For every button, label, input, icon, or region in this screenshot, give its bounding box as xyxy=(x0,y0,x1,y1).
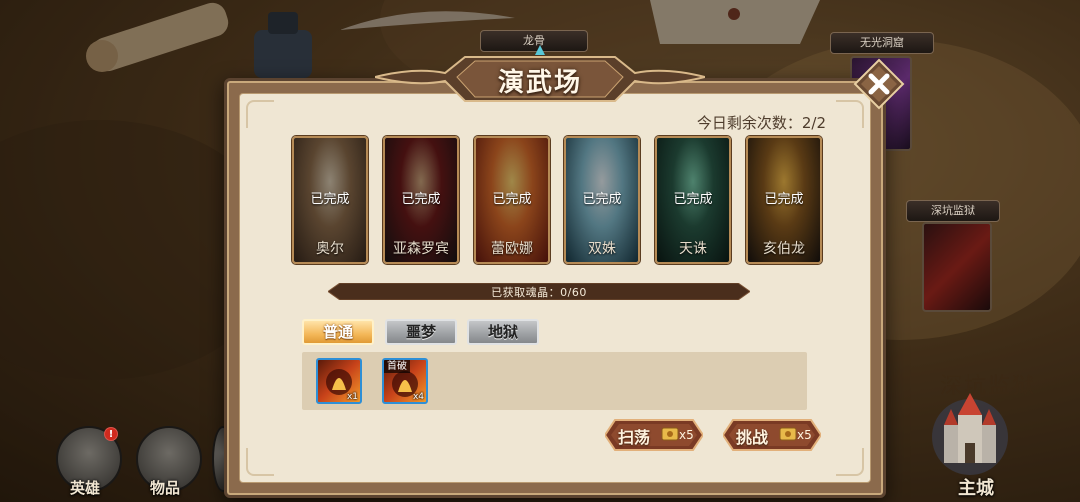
challenge-button[interactable]: 挑战 x5 xyxy=(721,418,823,452)
corner-ornament xyxy=(246,448,274,476)
hero-status: 已完成 xyxy=(401,192,441,207)
hero-status: 已完成 xyxy=(310,192,350,207)
dialog-title: 演武场 xyxy=(497,68,582,98)
sweep-label: 扫荡 xyxy=(618,428,651,447)
hero-status: 已完成 xyxy=(492,192,532,207)
hero-card[interactable]: 已完成 亥伯龙 xyxy=(746,136,822,264)
first-clear-tag: 首破 xyxy=(384,360,410,373)
sweep-button[interactable]: 扫荡 x5 xyxy=(603,418,705,452)
remaining-attempts: 今日剩余次数：2/2 xyxy=(696,114,826,132)
hero-status: 已完成 xyxy=(673,192,713,207)
challenge-label: 挑战 xyxy=(736,428,769,447)
tab-normal[interactable]: 普通 xyxy=(302,319,374,345)
tab-hell[interactable]: 地狱 xyxy=(467,319,539,345)
corner-ornament xyxy=(836,448,864,476)
sweep-count: x5 xyxy=(679,428,694,442)
hero-card[interactable]: 已完成 亚森罗宾 xyxy=(383,136,459,264)
hero-name: 天诛 xyxy=(679,241,707,257)
reward-quantity: x4 xyxy=(412,392,424,402)
hero-name: 亥伯龙 xyxy=(763,241,805,257)
soul-crystal-label: 已获取魂晶：0/60 xyxy=(491,286,587,299)
hero-name: 奥尔 xyxy=(316,241,344,257)
ticket-icon xyxy=(779,427,797,441)
hero-name: 蕾欧娜 xyxy=(491,241,533,257)
reward-quantity: x1 xyxy=(346,392,358,402)
ticket-icon xyxy=(661,427,679,441)
hero-nav-label: 英雄 xyxy=(70,479,101,497)
hero-name: 亚森罗宾 xyxy=(393,241,449,257)
challenge-count: x5 xyxy=(797,428,812,442)
castle-icon[interactable] xyxy=(930,385,1010,480)
corner-ornament xyxy=(246,100,274,128)
soul-crystal-progress: 已获取魂晶：0/60 xyxy=(327,282,751,301)
dungeon-icon[interactable] xyxy=(922,222,992,312)
map-location-tag[interactable]: 无光洞窟 xyxy=(830,32,934,54)
home-nav-label: 主城 xyxy=(958,478,994,499)
hero-name: 双姝 xyxy=(588,241,616,257)
close-icon[interactable] xyxy=(853,58,905,110)
map-location-tag[interactable]: 深坑监狱 xyxy=(906,200,1000,222)
tab-nightmare[interactable]: 噩梦 xyxy=(385,319,457,345)
hero-card[interactable]: 已完成 天诛 xyxy=(655,136,731,264)
items-nav-label: 物品 xyxy=(150,479,181,497)
title-banner: 演武场 xyxy=(374,45,706,109)
hero-status: 已完成 xyxy=(764,192,804,207)
notification-badge: ! xyxy=(104,427,118,441)
reward-item[interactable]: 首破 x4 xyxy=(382,358,428,404)
hero-card[interactable]: 已完成 奥尔 xyxy=(292,136,368,264)
hero-status: 已完成 xyxy=(582,192,622,207)
hero-card[interactable]: 已完成 蕾欧娜 xyxy=(474,136,550,264)
reward-item[interactable]: x1 xyxy=(316,358,362,404)
hero-card[interactable]: 已完成 双姝 xyxy=(564,136,640,264)
reward-list xyxy=(302,352,807,410)
